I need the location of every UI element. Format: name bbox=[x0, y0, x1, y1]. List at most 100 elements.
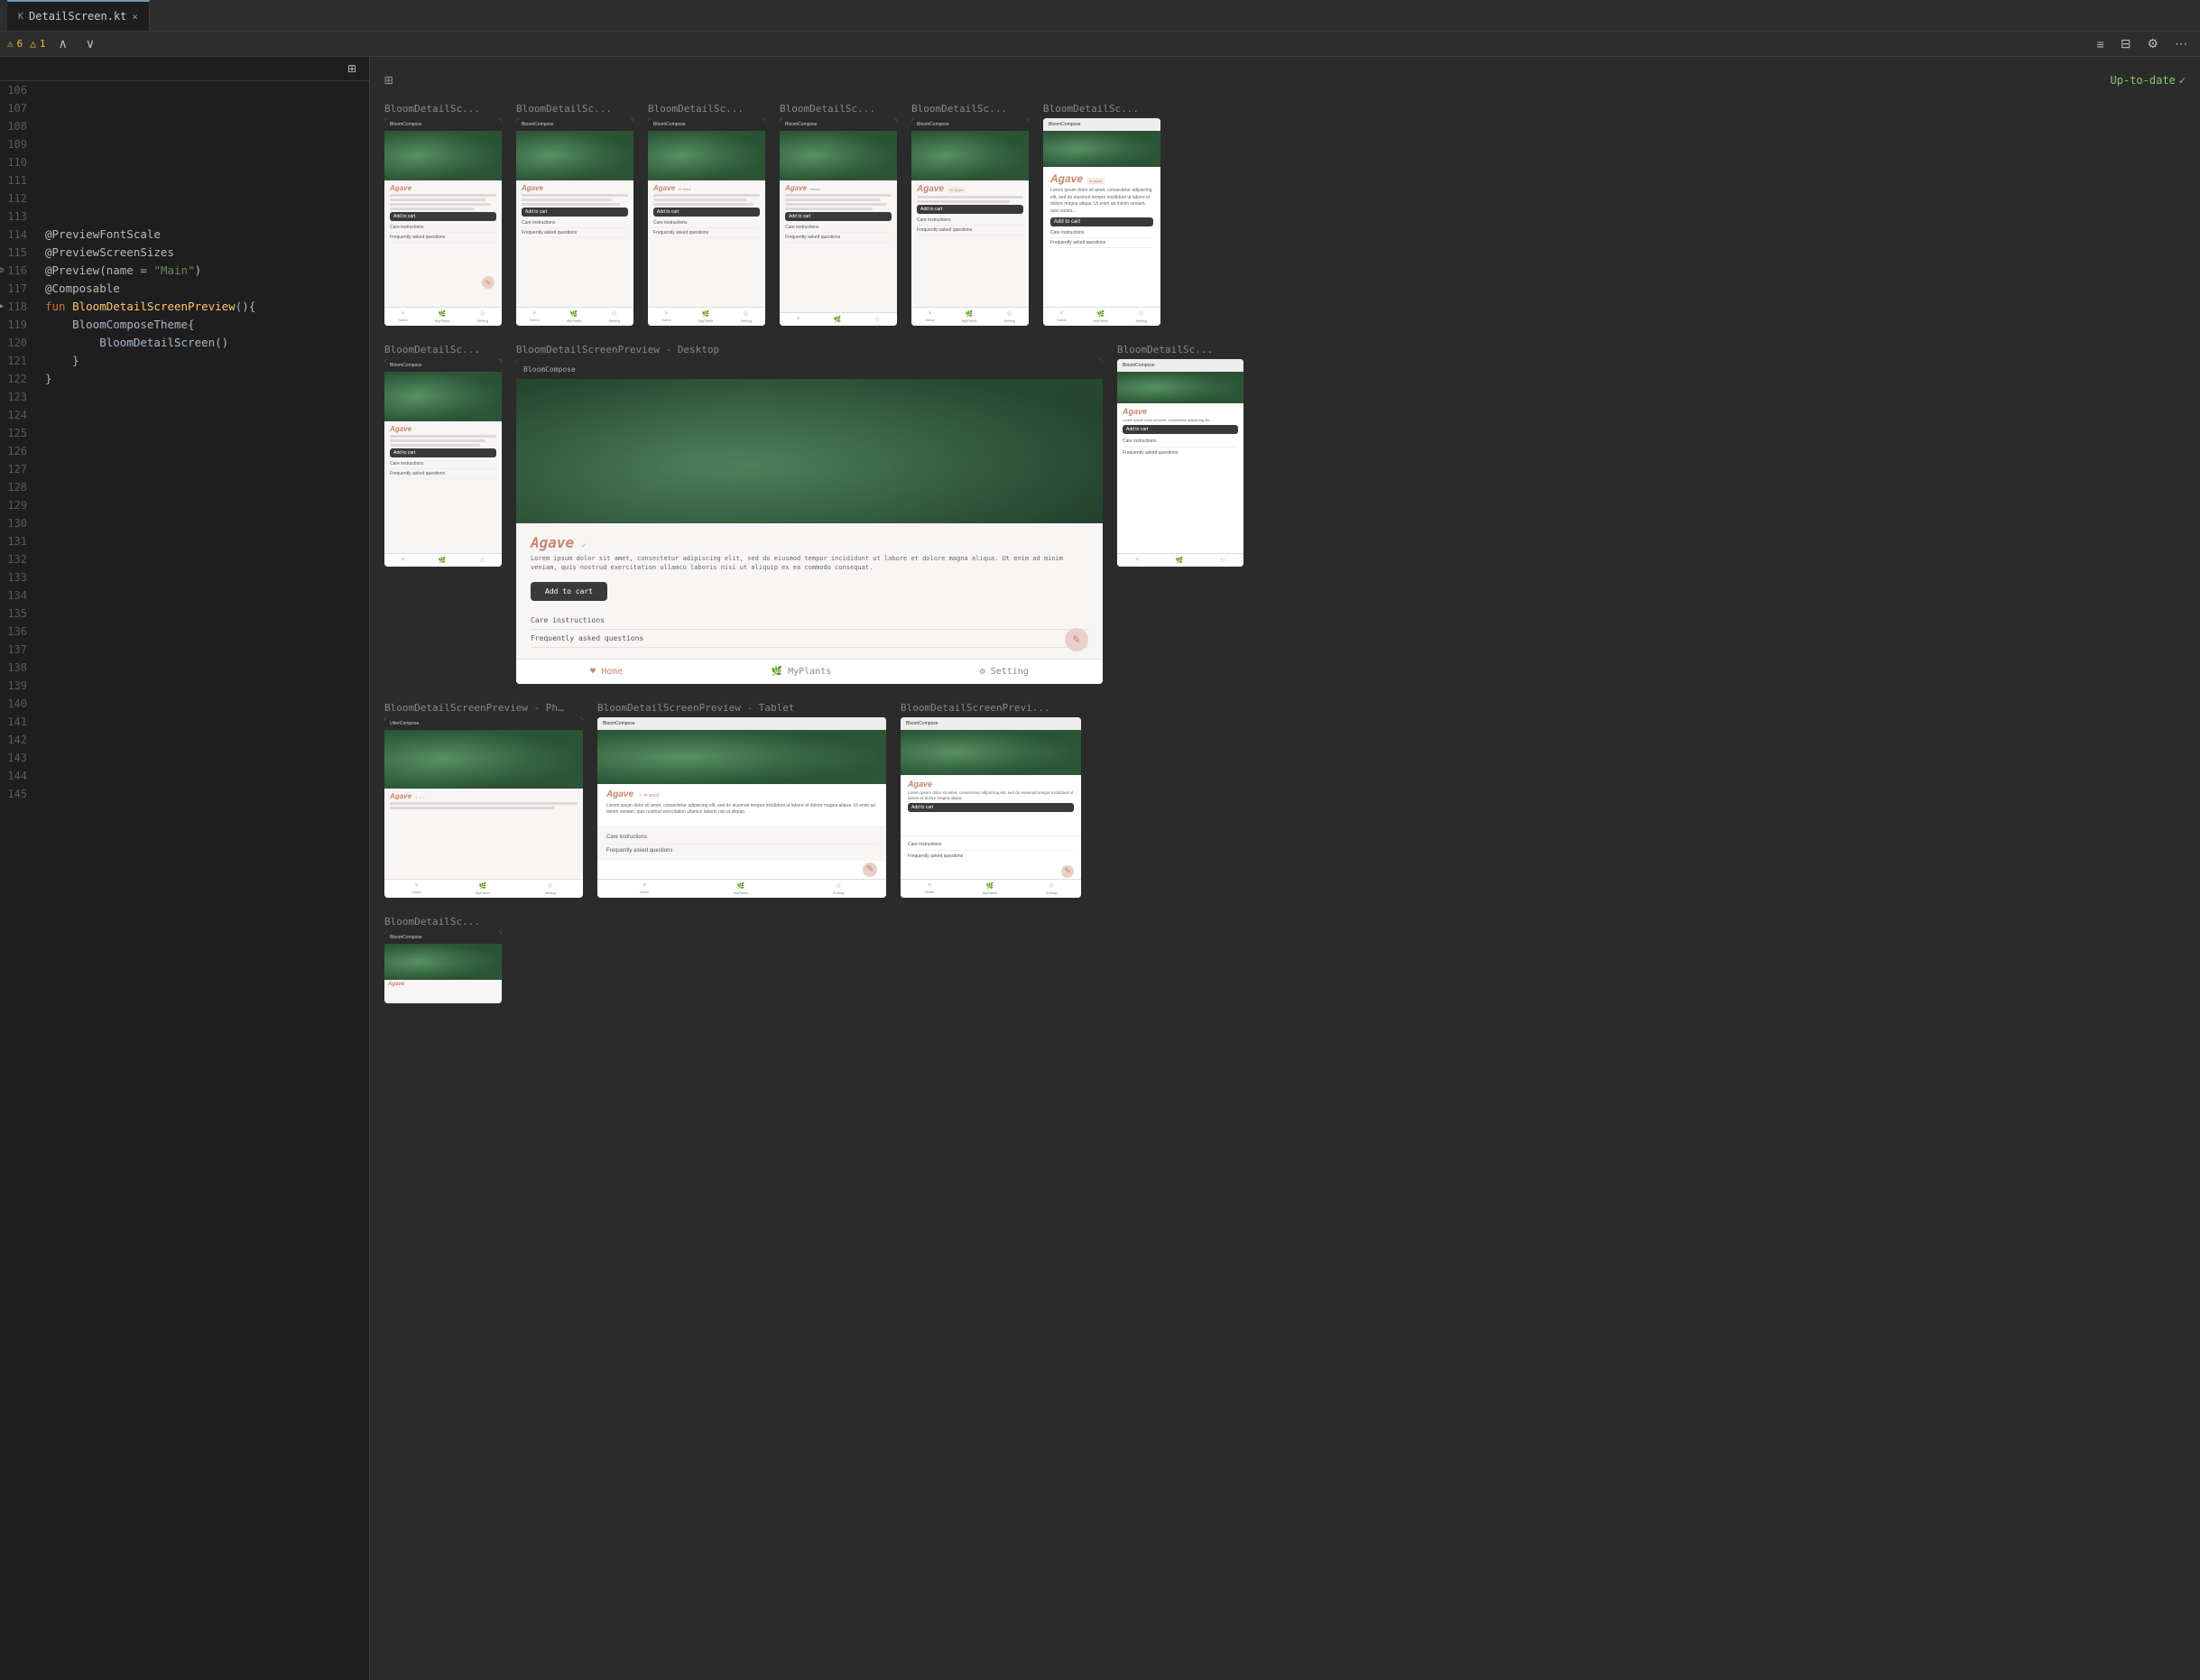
code-line-120: 120 BloomDetailScreen() bbox=[0, 334, 369, 352]
card-preview-4: BloomCompose Agave mixed bbox=[780, 118, 897, 326]
line-number-113: 113 bbox=[0, 208, 38, 226]
code-line-112: 112 bbox=[0, 189, 369, 208]
line-code-117: @Composable bbox=[38, 280, 369, 298]
card-title-4: BloomDetailSc... bbox=[780, 103, 897, 115]
preview-toggle-button[interactable]: ⊞ bbox=[342, 60, 362, 77]
nav-up-button[interactable]: ∧ bbox=[53, 34, 73, 53]
r3r-faq: Frequently asked questions bbox=[908, 851, 1074, 862]
line-code-119: BloomComposeTheme{ bbox=[38, 316, 369, 334]
preview-grid: BloomDetailSc... BloomCompose Agave bbox=[384, 103, 2186, 1003]
line-number-107: 107 bbox=[0, 99, 38, 117]
line-number-120: 120 bbox=[0, 334, 38, 352]
code-line-123: 123 bbox=[0, 388, 369, 406]
preview-card-2[interactable]: BloomDetailSc... BloomCompose Agave bbox=[516, 103, 633, 326]
line-number-114: 114 bbox=[0, 226, 38, 244]
line-code-122: } bbox=[38, 370, 369, 388]
line-number-110: 110 bbox=[0, 153, 38, 171]
desktop-plant-status: ✓ bbox=[581, 541, 586, 549]
card-preview-r2r: BloomCompose Agave Lorem ipsum dolor sit… bbox=[1117, 359, 1243, 567]
code-line-137: 137 bbox=[0, 641, 369, 659]
code-line-106: 106 bbox=[0, 81, 369, 99]
nav-down-button[interactable]: ∨ bbox=[80, 34, 100, 53]
card-title-5: BloomDetailSc... bbox=[911, 103, 1029, 115]
preview-card-desktop[interactable]: BloomDetailScreenPreview - Desktop Bloom… bbox=[516, 344, 1103, 684]
r3r-care-instructions: Care instructions bbox=[908, 839, 1074, 851]
preview-card-1[interactable]: BloomDetailSc... BloomCompose Agave bbox=[384, 103, 502, 326]
code-line-118: ▶ 118 fun BloomDetailScreenPreview(){ bbox=[0, 298, 369, 316]
preview-row-2: BloomDetailSc... BloomCompose Agave bbox=[384, 344, 2186, 684]
preview-card-5[interactable]: BloomDetailSc... BloomCompose Agave In s… bbox=[911, 103, 1029, 326]
line-number-115: 115 bbox=[0, 244, 38, 262]
desktop-care-instructions: Care instructions bbox=[531, 612, 1088, 630]
line-code-116: @Preview(name = "Main") bbox=[38, 262, 369, 280]
code-line-121: 121 } bbox=[0, 352, 369, 370]
split-button[interactable]: ⊟ bbox=[2115, 34, 2137, 53]
code-line-139: 139 bbox=[0, 677, 369, 695]
code-line-114: 114 @PreviewFontScale bbox=[0, 226, 369, 244]
settings-button[interactable]: ⚙ bbox=[2141, 34, 2164, 53]
preview-card-tablet[interactable]: BloomDetailScreenPreview - Tablet BloomC… bbox=[597, 702, 886, 898]
code-line-128: 128 bbox=[0, 478, 369, 496]
line-number-112: 112 bbox=[0, 189, 38, 208]
tablet-faq: Frequently asked questions bbox=[606, 845, 877, 857]
info-icon: △ bbox=[30, 38, 36, 50]
menu-button[interactable]: ≡ bbox=[2092, 35, 2110, 53]
code-line-141: 141 bbox=[0, 713, 369, 731]
desktop-add-btn[interactable]: Add to cart bbox=[531, 582, 607, 601]
code-line-124: 124 bbox=[0, 406, 369, 424]
preview-card-row3-right[interactable]: BloomDetailScreenPrevi... BloomCompose A… bbox=[901, 702, 1081, 898]
desktop-fab-icon[interactable]: ✎ bbox=[1065, 628, 1088, 651]
line-number-111: 111 bbox=[0, 171, 38, 189]
code-line-143: 143 bbox=[0, 749, 369, 767]
preview-card-row4[interactable]: BloomDetailSc... BloomCompose Agave bbox=[384, 916, 502, 1003]
card-title-3: BloomDetailSc... bbox=[648, 103, 765, 115]
code-line-145: 145 bbox=[0, 785, 369, 803]
gear-icon: ⚙ bbox=[0, 262, 4, 280]
status-text: Up-to-date bbox=[2111, 74, 2176, 87]
run-icon[interactable]: ▶ bbox=[0, 298, 4, 316]
card-preview-r2l: BloomCompose Agave Add to cart bbox=[384, 359, 502, 567]
preview-card-row2-right[interactable]: BloomDetailSc... BloomCompose Agave Lore… bbox=[1117, 344, 1243, 567]
file-tab[interactable]: K DetailScreen.kt × bbox=[7, 0, 150, 31]
card-title-1: BloomDetailSc... bbox=[384, 103, 502, 115]
preview-pane: ⊞ Up-to-date ✓ BloomDetailSc... BloomCom… bbox=[370, 57, 2200, 1680]
line-number-106: 106 bbox=[0, 81, 38, 99]
line-number-118: ▶ 118 bbox=[0, 298, 38, 316]
code-line-127: 127 bbox=[0, 460, 369, 478]
line-code-114: @PreviewFontScale bbox=[38, 226, 369, 244]
code-line-125: 125 bbox=[0, 424, 369, 442]
preview-card-4[interactable]: BloomDetailSc... BloomCompose Agave mixe… bbox=[780, 103, 897, 326]
line-code-121: } bbox=[38, 352, 369, 370]
code-editor: ⊞ 106 107 108 109 110 111 112 bbox=[0, 57, 370, 1680]
code-line-133: 133 bbox=[0, 568, 369, 586]
desktop-plant-name: Agave bbox=[531, 534, 574, 551]
line-number-108: 108 bbox=[0, 117, 38, 135]
code-line-140: 140 bbox=[0, 695, 369, 713]
warning-count: 6 bbox=[17, 38, 23, 50]
code-line-126: 126 bbox=[0, 442, 369, 460]
desktop-nav-myplants: 🌿 MyPlants bbox=[772, 667, 832, 677]
preview-card-row2-left[interactable]: BloomDetailSc... BloomCompose Agave bbox=[384, 344, 502, 567]
more-button[interactable]: ⋯ bbox=[2169, 34, 2193, 53]
tab-close-icon[interactable]: × bbox=[132, 11, 138, 23]
preview-card-6[interactable]: BloomDetailSc... BloomCompose Agave In s… bbox=[1043, 103, 1160, 326]
layout-toggle-icon[interactable]: ⊞ bbox=[384, 71, 393, 88]
code-line-134: 134 bbox=[0, 586, 369, 605]
tablet-care-instructions: Care instructions bbox=[606, 831, 877, 845]
line-number-119: 119 bbox=[0, 316, 38, 334]
preview-card-phone[interactable]: BloomDetailScreenPreview - Pho... UtterC… bbox=[384, 702, 583, 898]
code-line-117: 117 @Composable bbox=[0, 280, 369, 298]
desktop-nav-home: ♥ Home bbox=[590, 667, 623, 677]
code-line-135: 135 bbox=[0, 605, 369, 623]
preview-card-3[interactable]: BloomDetailSc... BloomCompose Agave In s… bbox=[648, 103, 765, 326]
line-number-122: 122 bbox=[0, 370, 38, 388]
card-title-2: BloomDetailSc... bbox=[516, 103, 633, 115]
card-title-phone: BloomDetailScreenPreview - Pho... bbox=[384, 702, 565, 714]
card-preview-1: BloomCompose Agave Add to ca bbox=[384, 118, 502, 326]
desktop-faq: Frequently asked questions bbox=[531, 630, 1088, 648]
tablet-fab: ✎ bbox=[863, 863, 877, 877]
card-preview-3: BloomCompose Agave In stock bbox=[648, 118, 765, 326]
desktop-nav-setting: ⚙ Setting bbox=[980, 667, 1029, 677]
desktop-plant-desc: Lorem ipsum dolor sit amet, consectetur … bbox=[531, 555, 1088, 573]
card-preview-5: BloomCompose Agave In stock bbox=[911, 118, 1029, 326]
